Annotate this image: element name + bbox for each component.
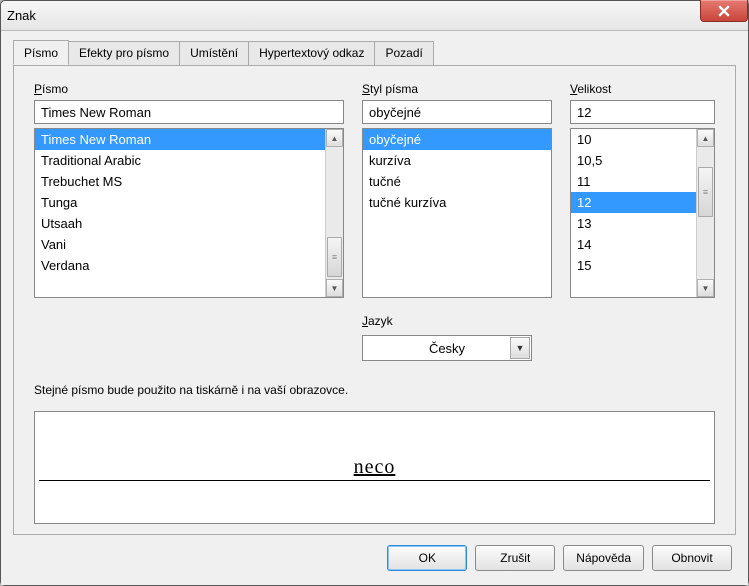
list-item[interactable]: tučné bbox=[363, 171, 551, 192]
list-item[interactable]: tučné kurzíva bbox=[363, 192, 551, 213]
font-list-scrollbar[interactable]: ▲ ▼ bbox=[325, 129, 343, 297]
font-name-label: Písmo bbox=[34, 82, 344, 96]
window-title: Znak bbox=[7, 8, 36, 23]
language-combo[interactable]: Česky ▼ bbox=[362, 335, 532, 361]
preview-underline bbox=[39, 480, 710, 481]
list-item[interactable]: 12 bbox=[571, 192, 696, 213]
close-icon bbox=[718, 5, 730, 17]
list-item[interactable]: 10 bbox=[571, 129, 696, 150]
font-panel: Písmo Times New Roman Traditional Arabic… bbox=[13, 66, 736, 535]
font-style-listbox[interactable]: obyčejné kurzíva tučné tučné kurzíva bbox=[362, 128, 552, 298]
font-size-input[interactable] bbox=[570, 100, 715, 124]
tabstrip: Písmo Efekty pro písmo Umístění Hypertex… bbox=[13, 41, 736, 66]
font-name-listbox[interactable]: Times New Roman Traditional Arabic Trebu… bbox=[34, 128, 344, 298]
font-size-listbox[interactable]: 10 10,5 11 12 13 14 15 ▲ bbox=[570, 128, 715, 298]
list-item[interactable]: obyčejné bbox=[363, 129, 551, 150]
help-button[interactable]: Nápověda bbox=[563, 545, 644, 571]
list-item[interactable]: Trebuchet MS bbox=[35, 171, 325, 192]
info-text: Stejné písmo bude použito na tiskárně i … bbox=[34, 383, 715, 397]
scroll-up-icon[interactable]: ▲ bbox=[697, 129, 714, 147]
list-item[interactable]: Verdana bbox=[35, 255, 325, 276]
titlebar: Znak bbox=[1, 1, 748, 31]
language-label: Jazyk bbox=[362, 314, 715, 328]
size-list-scrollbar[interactable]: ▲ ▼ bbox=[696, 129, 714, 297]
language-value: Česky bbox=[429, 341, 465, 356]
font-name-input[interactable] bbox=[34, 100, 344, 124]
list-item[interactable]: 13 bbox=[571, 213, 696, 234]
font-style-column: Styl písma obyčejné kurzíva tučné tučné … bbox=[362, 82, 552, 298]
ok-button[interactable]: OK bbox=[387, 545, 467, 571]
list-item[interactable]: Vani bbox=[35, 234, 325, 255]
scroll-down-icon[interactable]: ▼ bbox=[326, 279, 343, 297]
list-item[interactable]: Utsaah bbox=[35, 213, 325, 234]
scroll-up-icon[interactable]: ▲ bbox=[326, 129, 343, 147]
tab-position[interactable]: Umístění bbox=[179, 41, 249, 65]
list-item[interactable]: 11 bbox=[571, 171, 696, 192]
list-item[interactable]: 15 bbox=[571, 255, 696, 276]
cancel-button[interactable]: Zrušit bbox=[475, 545, 555, 571]
font-name-column: Písmo Times New Roman Traditional Arabic… bbox=[34, 82, 344, 298]
close-button[interactable] bbox=[700, 0, 748, 22]
button-bar: OK Zrušit Nápověda Obnovit bbox=[13, 535, 736, 573]
preview-area: neco bbox=[34, 411, 715, 524]
font-size-label: Velikost bbox=[570, 82, 715, 96]
list-item[interactable]: 10,5 bbox=[571, 150, 696, 171]
list-item[interactable]: 14 bbox=[571, 234, 696, 255]
scroll-down-icon[interactable]: ▼ bbox=[697, 279, 714, 297]
tab-effects[interactable]: Efekty pro písmo bbox=[68, 41, 180, 65]
tab-background[interactable]: Pozadí bbox=[374, 41, 433, 65]
tab-font[interactable]: Písmo bbox=[13, 40, 69, 65]
preview-text: neco bbox=[354, 456, 396, 479]
scroll-thumb[interactable] bbox=[698, 167, 713, 217]
chevron-down-icon[interactable]: ▼ bbox=[510, 337, 530, 359]
language-row: Jazyk Česky ▼ bbox=[34, 314, 715, 361]
scroll-thumb[interactable] bbox=[327, 237, 342, 277]
tab-hyperlink[interactable]: Hypertextový odkaz bbox=[248, 41, 375, 65]
reset-button[interactable]: Obnovit bbox=[652, 545, 732, 571]
list-item[interactable]: Times New Roman bbox=[35, 129, 325, 150]
list-item[interactable]: Tunga bbox=[35, 192, 325, 213]
dialog-body: Písmo Efekty pro písmo Umístění Hypertex… bbox=[1, 31, 748, 585]
list-item[interactable]: Traditional Arabic bbox=[35, 150, 325, 171]
font-style-input[interactable] bbox=[362, 100, 552, 124]
font-columns: Písmo Times New Roman Traditional Arabic… bbox=[34, 82, 715, 298]
font-style-label: Styl písma bbox=[362, 82, 552, 96]
font-size-column: Velikost 10 10,5 11 12 13 14 15 bbox=[570, 82, 715, 298]
list-item[interactable]: kurzíva bbox=[363, 150, 551, 171]
character-dialog: Znak Písmo Efekty pro písmo Umístění Hyp… bbox=[0, 0, 749, 586]
